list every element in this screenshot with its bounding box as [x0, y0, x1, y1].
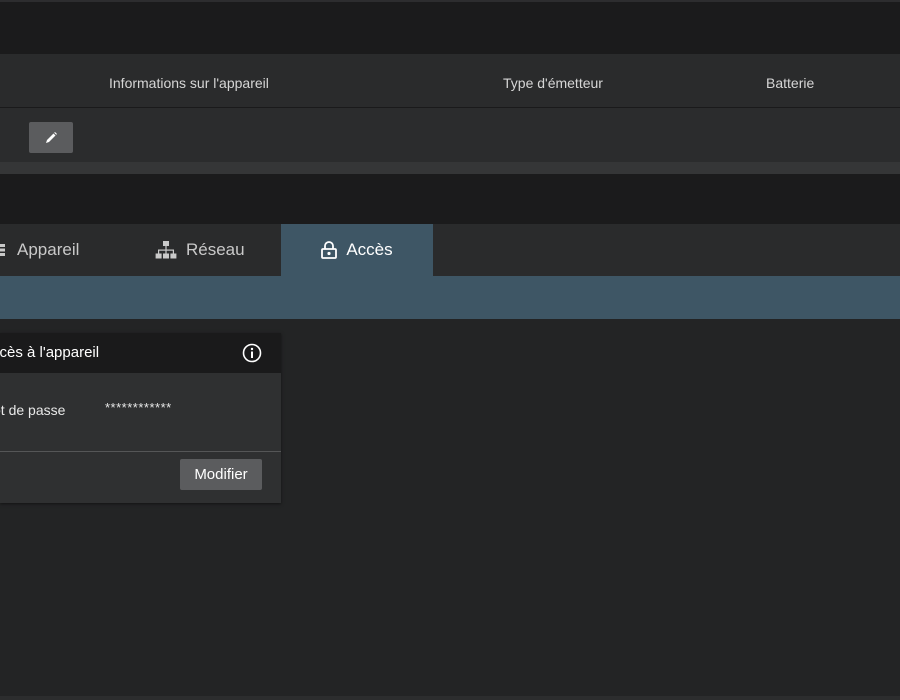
password-value: ************	[105, 400, 172, 415]
lock-icon	[321, 241, 338, 259]
column-header-device-info[interactable]: Informations sur l'appareil	[109, 51, 269, 105]
table-footer	[0, 162, 900, 174]
network-icon	[155, 241, 177, 259]
tab-bar: Appareil Réseau Accès	[0, 224, 900, 276]
tab-access[interactable]: Accès	[281, 224, 433, 276]
device-icon	[0, 243, 8, 257]
tab-content-header	[0, 276, 900, 319]
info-icon[interactable]	[242, 343, 262, 363]
tab-access-label: Accès	[346, 240, 393, 259]
section-bar	[0, 174, 900, 224]
column-header-transmitter-type[interactable]: Type d'émetteur	[503, 51, 603, 105]
column-header-battery[interactable]: Batterie	[766, 51, 814, 105]
device-access-card: ccès à l'appareil ot de passe **********…	[0, 333, 281, 503]
pencil-icon	[46, 131, 57, 143]
card-header: ccès à l'appareil	[0, 333, 281, 373]
bottom-edge	[0, 696, 900, 700]
tab-device[interactable]: Appareil	[0, 224, 79, 276]
page: Informations sur l'appareil Type d'émett…	[0, 0, 900, 700]
table-header: Informations sur l'appareil Type d'émett…	[0, 54, 900, 108]
top-bar	[0, 0, 900, 54]
edit-button[interactable]	[29, 122, 73, 153]
password-label: ot de passe	[0, 402, 66, 418]
card-title: ccès à l'appareil	[0, 344, 100, 361]
tab-device-label: Appareil	[17, 240, 80, 259]
modify-button[interactable]: Modifier	[180, 459, 262, 490]
card-divider	[0, 451, 281, 452]
tab-network[interactable]: Réseau	[155, 224, 245, 276]
tab-network-label: Réseau	[186, 240, 245, 259]
table-row	[0, 108, 900, 162]
